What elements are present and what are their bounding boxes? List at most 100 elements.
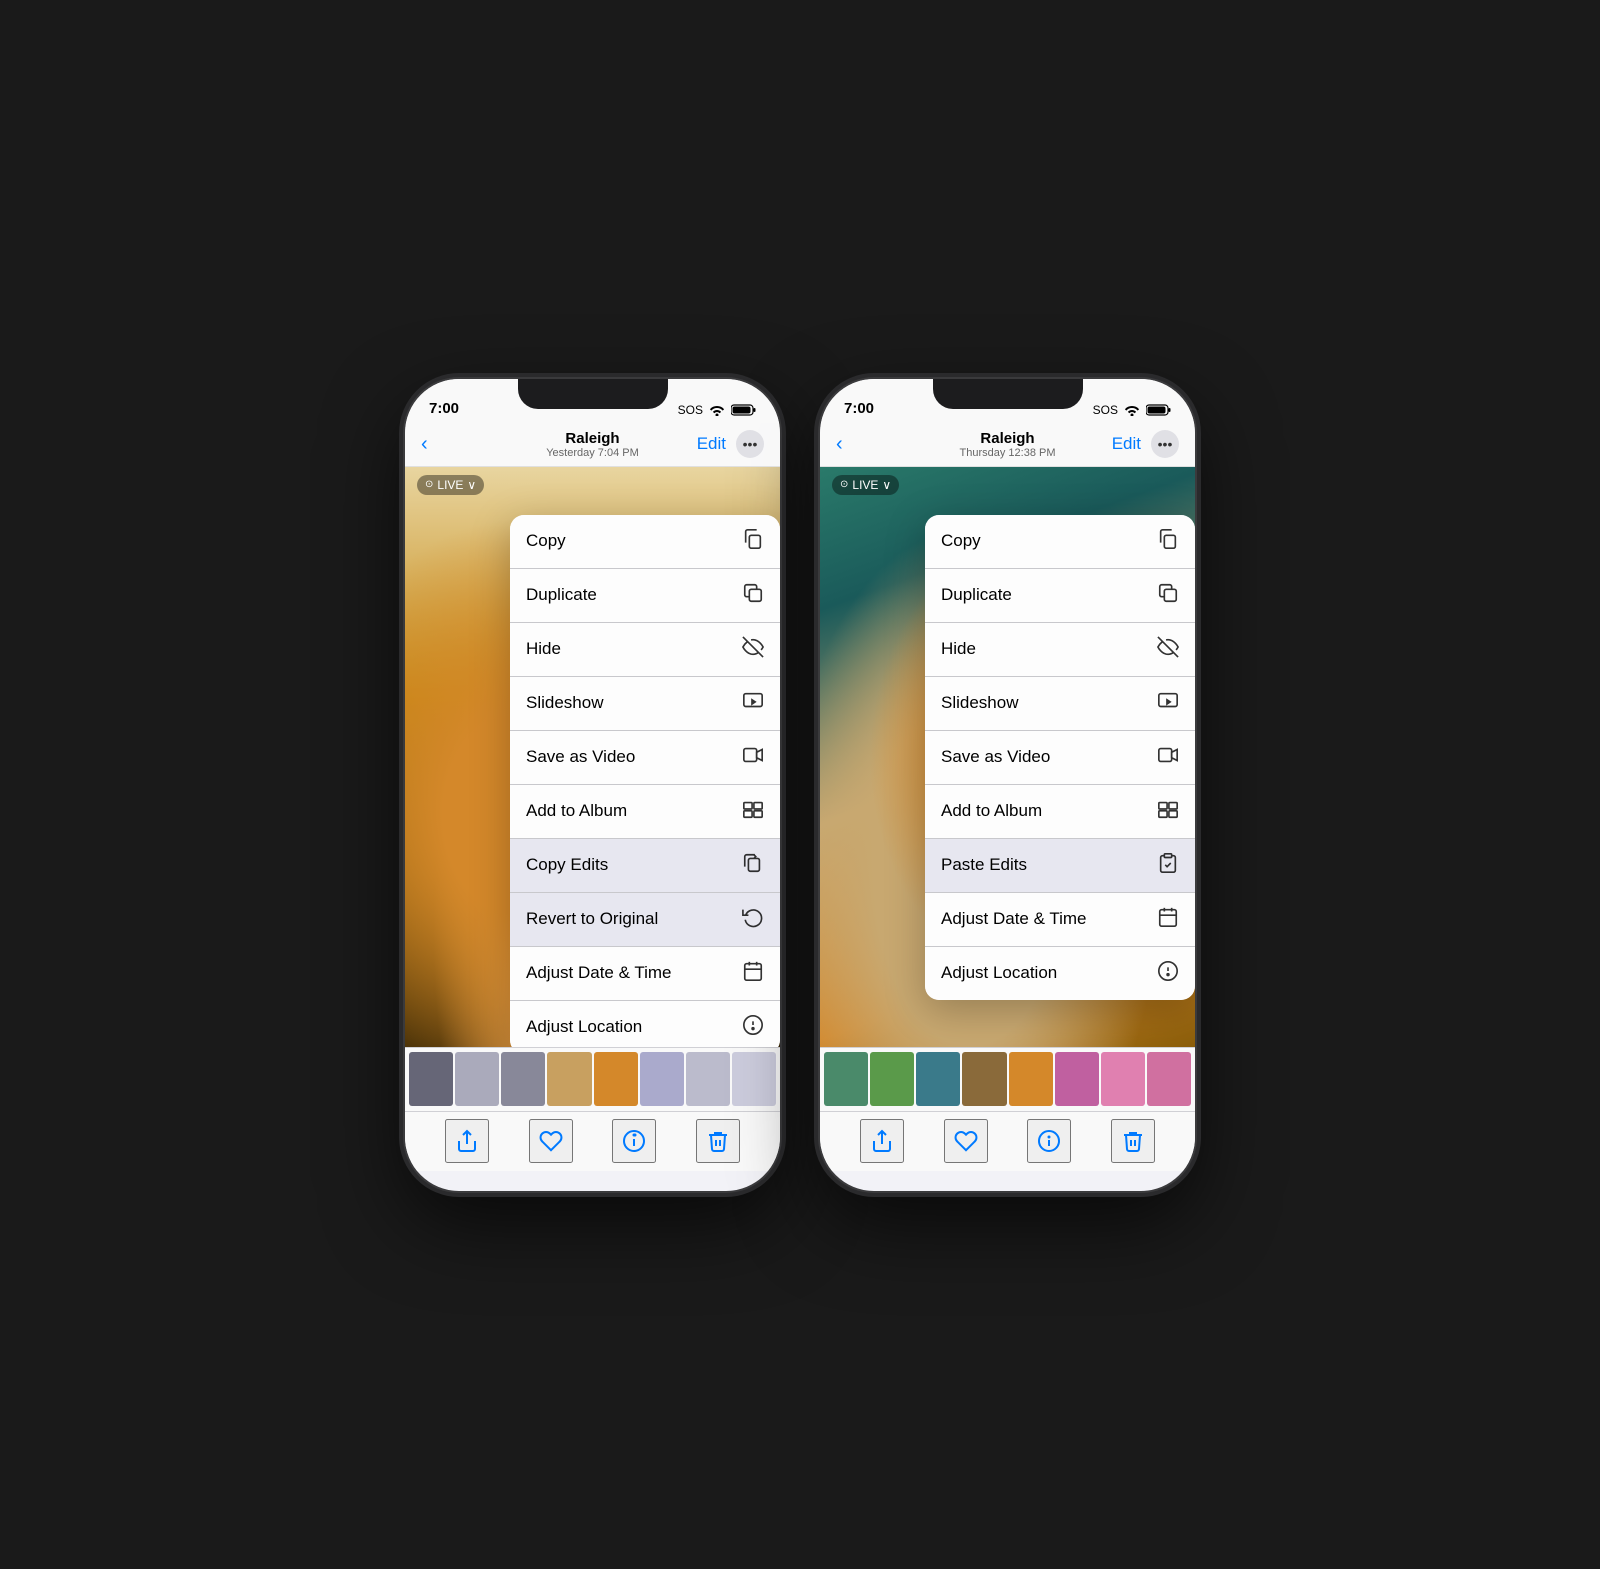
menu-label-duplicate-left: Duplicate	[526, 585, 597, 605]
live-chevron-right: ∨	[882, 478, 891, 492]
duplicate-icon-left	[742, 582, 764, 609]
menu-item-revert-left[interactable]: Revert to Original	[510, 893, 780, 947]
menu-item-duplicate-left[interactable]: Duplicate	[510, 569, 780, 623]
heart-button-right[interactable]	[944, 1119, 988, 1163]
thumb-4-right[interactable]	[962, 1052, 1006, 1106]
menu-label-location-right: Adjust Location	[941, 963, 1057, 983]
thumb-8-right[interactable]	[1147, 1052, 1191, 1106]
menu-label-copyedits-left: Copy Edits	[526, 855, 608, 875]
menu-item-duplicate-right[interactable]: Duplicate	[925, 569, 1195, 623]
more-button-right[interactable]: •••	[1151, 430, 1179, 458]
menu-label-hide-left: Hide	[526, 639, 561, 659]
menu-item-pasteedits-right[interactable]: Paste Edits	[925, 839, 1195, 893]
menu-item-datetime-left[interactable]: Adjust Date & Time	[510, 947, 780, 1001]
back-button-left[interactable]: ‹	[421, 434, 428, 454]
thumb-1-left[interactable]	[409, 1052, 453, 1106]
thumb-4-left[interactable]	[547, 1052, 591, 1106]
menu-label-savevideo-left: Save as Video	[526, 747, 635, 767]
menu-label-duplicate-right: Duplicate	[941, 585, 1012, 605]
phone-right: 7:00 SOS ‹	[820, 379, 1195, 1191]
thumb-6-left[interactable]	[640, 1052, 684, 1106]
menu-item-savevideo-left[interactable]: Save as Video	[510, 731, 780, 785]
info-button-left[interactable]	[612, 1119, 656, 1163]
menu-item-copy-right[interactable]: Copy	[925, 515, 1195, 569]
edit-button-right[interactable]: Edit	[1112, 434, 1141, 454]
context-menu-left: Copy Duplicate	[510, 515, 780, 1047]
nav-bar-left: ‹ Raleigh Yesterday 7:04 PM Edit •••	[405, 423, 780, 467]
notch-right	[933, 379, 1083, 409]
menu-label-copy-right: Copy	[941, 531, 981, 551]
menu-item-location-left[interactable]: Adjust Location	[510, 1001, 780, 1047]
menu-item-copy-left[interactable]: Copy	[510, 515, 780, 569]
menu-item-album-left[interactable]: Add to Album	[510, 785, 780, 839]
live-label-right: LIVE	[852, 478, 878, 492]
savevideo-icon-right	[1157, 744, 1179, 771]
thumb-1-right[interactable]	[824, 1052, 868, 1106]
more-button-left[interactable]: •••	[736, 430, 764, 458]
wifi-icon-left	[709, 404, 725, 416]
edit-button-left[interactable]: Edit	[697, 434, 726, 454]
nav-subtitle-left: Yesterday 7:04 PM	[546, 447, 639, 459]
menu-item-hide-left[interactable]: Hide	[510, 623, 780, 677]
thumb-3-left[interactable]	[501, 1052, 545, 1106]
info-button-right[interactable]	[1027, 1119, 1071, 1163]
thumb-6-right[interactable]	[1055, 1052, 1099, 1106]
phone-left: 7:00 SOS ‹	[405, 379, 780, 1191]
thumb-7-left[interactable]	[686, 1052, 730, 1106]
menu-label-hide-right: Hide	[941, 639, 976, 659]
live-badge-left[interactable]: ⊙ LIVE ∨	[417, 475, 484, 495]
menu-item-location-right[interactable]: Adjust Location	[925, 947, 1195, 1000]
menu-item-hide-right[interactable]: Hide	[925, 623, 1195, 677]
live-icon-right: ⊙	[840, 479, 848, 490]
savevideo-icon-left	[742, 744, 764, 771]
nav-title-right: Raleigh	[960, 430, 1056, 447]
photo-container-left: ⊙ LIVE ∨ Copy	[405, 467, 780, 1047]
notch-left	[518, 379, 668, 409]
live-label-left: LIVE	[437, 478, 463, 492]
share-button-left[interactable]	[445, 1119, 489, 1163]
menu-item-savevideo-right[interactable]: Save as Video	[925, 731, 1195, 785]
share-button-right[interactable]	[860, 1119, 904, 1163]
thumb-8-left[interactable]	[732, 1052, 776, 1106]
trash-button-right[interactable]	[1111, 1119, 1155, 1163]
pasteedits-icon-right	[1157, 852, 1179, 879]
nav-center-right: Raleigh Thursday 12:38 PM	[960, 430, 1056, 459]
datetime-icon-right	[1157, 906, 1179, 933]
battery-icon-right	[1146, 404, 1171, 416]
back-chevron-left: ‹	[421, 434, 428, 454]
heart-button-left[interactable]	[529, 1119, 573, 1163]
phones-container: 7:00 SOS ‹	[405, 379, 1195, 1191]
live-badge-right[interactable]: ⊙ LIVE ∨	[832, 475, 899, 495]
status-time-left: 7:00	[429, 400, 459, 417]
menu-item-copyedits-left[interactable]: Copy Edits	[510, 839, 780, 893]
thumb-3-right[interactable]	[916, 1052, 960, 1106]
status-icons-right: SOS	[1093, 403, 1171, 417]
status-icons-left: SOS	[678, 403, 756, 417]
menu-item-datetime-right[interactable]: Adjust Date & Time	[925, 893, 1195, 947]
menu-label-slideshow-right: Slideshow	[941, 693, 1019, 713]
trash-button-left[interactable]	[696, 1119, 740, 1163]
thumb-7-right[interactable]	[1101, 1052, 1145, 1106]
thumb-2-right[interactable]	[870, 1052, 914, 1106]
nav-right-left: Edit •••	[697, 430, 764, 458]
menu-label-savevideo-right: Save as Video	[941, 747, 1050, 767]
location-icon-right	[1157, 960, 1179, 987]
menu-item-album-right[interactable]: Add to Album	[925, 785, 1195, 839]
nav-subtitle-right: Thursday 12:38 PM	[960, 447, 1056, 459]
nav-center-left: Raleigh Yesterday 7:04 PM	[546, 430, 639, 459]
thumb-5-right[interactable]	[1009, 1052, 1053, 1106]
menu-label-datetime-right: Adjust Date & Time	[941, 909, 1087, 929]
nav-title-left: Raleigh	[546, 430, 639, 447]
battery-icon-left	[731, 404, 756, 416]
album-icon-right	[1157, 798, 1179, 825]
toolbar-right	[820, 1111, 1195, 1171]
menu-label-album-left: Add to Album	[526, 801, 627, 821]
menu-label-copy-left: Copy	[526, 531, 566, 551]
duplicate-icon-right	[1157, 582, 1179, 609]
back-button-right[interactable]: ‹	[836, 434, 843, 454]
thumb-2-left[interactable]	[455, 1052, 499, 1106]
menu-item-slideshow-right[interactable]: Slideshow	[925, 677, 1195, 731]
menu-item-slideshow-left[interactable]: Slideshow	[510, 677, 780, 731]
copy-icon-right	[1157, 528, 1179, 555]
thumb-5-left[interactable]	[594, 1052, 638, 1106]
